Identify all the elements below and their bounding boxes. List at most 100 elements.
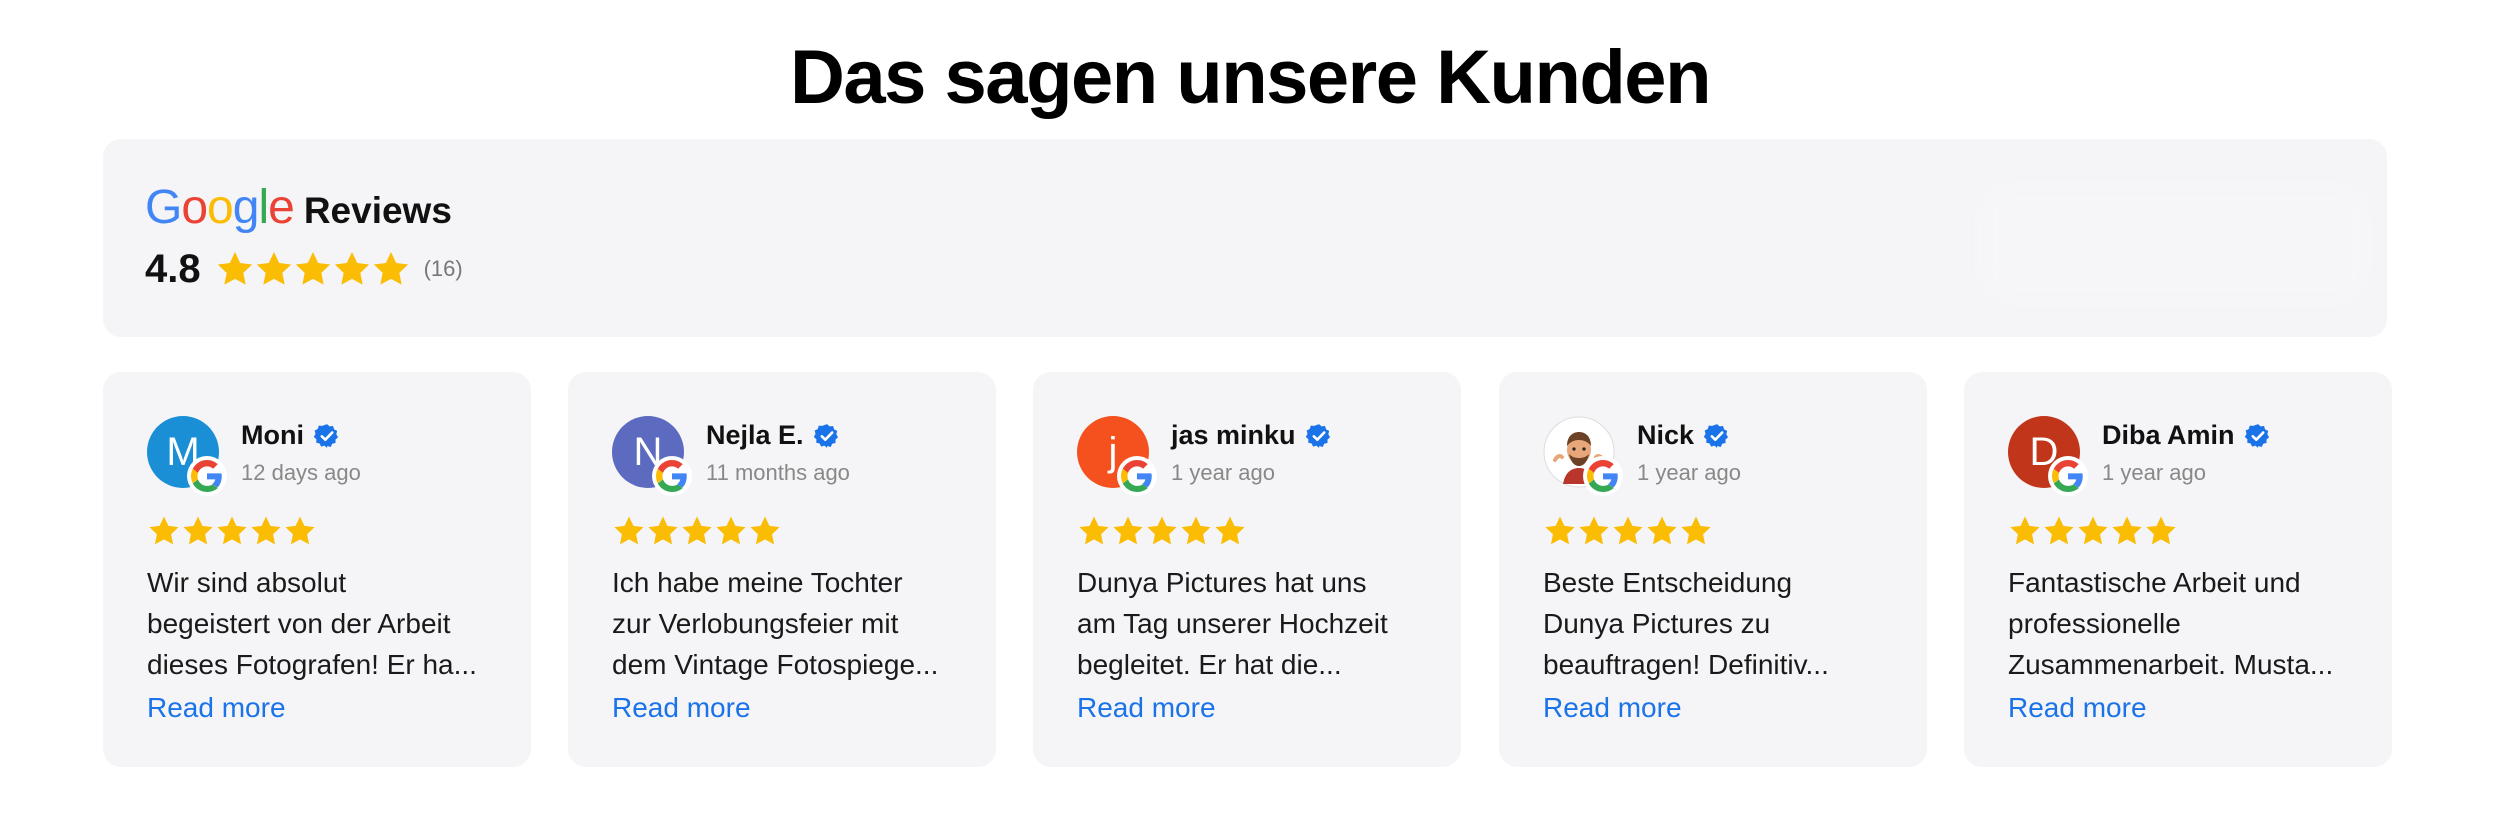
review-text: Beste Entscheidung Dunya Pictures zu beauf… — [1543, 562, 1893, 685]
reviewer-name-row: Nick — [1637, 420, 1730, 451]
google-badge — [2048, 456, 2088, 496]
star-icon — [750, 516, 780, 545]
star-icon — [1613, 516, 1643, 545]
star-icon — [648, 516, 678, 545]
verified-badge-icon — [813, 423, 838, 448]
review-text-line: Dunya Pictures zu — [1543, 608, 1771, 639]
reviewer-name-row: Moni — [241, 420, 340, 451]
verified-badge-icon — [1704, 423, 1729, 448]
reviewer-avatar: D — [2008, 416, 2088, 496]
star-icon — [1215, 516, 1245, 545]
google-badge — [1117, 456, 1157, 496]
review-card: M Moni 12 days ago Wir sind absolut begeiste… — [103, 372, 531, 767]
review-card: D Diba Amin 1 year ago Fantastische Arbeit … — [1964, 372, 2392, 767]
review-card: Nick 1 year ago Beste Entscheidung Dunya Pi… — [1499, 372, 1927, 767]
review-text: Ich habe meine Tochter zur Verlobungsfeie… — [612, 562, 962, 685]
review-card: N Nejla E. 11 months ago Ich habe meine Toc… — [568, 372, 996, 767]
verified-badge-icon — [313, 423, 339, 448]
reviewer-name-row: Diba Amin — [2102, 420, 2271, 451]
star-icon — [2078, 516, 2108, 545]
reviewer-name: Diba Amin — [2102, 420, 2235, 450]
verified-badge-icon — [2244, 423, 2269, 448]
star-icon — [1545, 516, 1575, 545]
review-text-line: dem Vintage Fotospiege... — [612, 649, 939, 680]
read-more-link[interactable]: Read more — [612, 687, 751, 728]
review-date: 1 year ago — [1637, 460, 1741, 485]
read-more-link[interactable]: Read more — [1077, 687, 1216, 728]
review-text-line: zur Verlobungsfeier mit — [612, 608, 899, 639]
review-stars — [2008, 514, 2178, 548]
page-title: Das sagen unsere Kunden — [790, 35, 1712, 120]
star-icon — [183, 516, 213, 545]
review-text-line: Fantastische Arbeit und — [2008, 567, 2301, 598]
google-logo: Google — [145, 181, 295, 234]
reviewer-avatar — [1543, 416, 1623, 496]
star-icon — [285, 516, 315, 545]
star-icon — [2010, 516, 2040, 545]
review-text-line: begleitet. Er hat die... — [1077, 649, 1342, 680]
review-text-line: Wir sind absolut — [147, 567, 347, 598]
star-icon — [295, 252, 330, 285]
reviewer-name: Moni — [241, 420, 304, 450]
read-more-link[interactable]: Read more — [2008, 687, 2147, 728]
reviewer-name-row: Nejla E. — [706, 420, 840, 451]
google-badge — [652, 456, 692, 496]
star-icon — [1147, 516, 1177, 545]
star-icon — [149, 516, 179, 545]
review-text-line: Beste Entscheidung — [1543, 567, 1793, 598]
review-date: 11 months ago — [706, 460, 850, 485]
reviewer-name: Nejla E. — [706, 420, 804, 450]
star-icon — [373, 252, 408, 285]
reviewer-avatar: M — [147, 416, 227, 496]
google-badge — [187, 456, 227, 496]
google-g-icon — [2052, 460, 2083, 492]
google-g-icon — [1121, 460, 1152, 492]
google-g-icon — [191, 460, 222, 492]
star-icon — [716, 516, 746, 545]
review-text-line: dieses Fotografen! Er ha... — [147, 649, 477, 680]
review-text-line: Dunya Pictures hat uns — [1077, 567, 1367, 598]
star-icon — [1079, 516, 1109, 545]
review-text-line: begeistert von der Arbeit — [147, 608, 451, 639]
star-icon — [682, 516, 712, 545]
reviewer-avatar: N — [612, 416, 692, 496]
google-reviews-logo: Google Reviews — [145, 183, 452, 233]
reviewer-name: Nick — [1637, 420, 1695, 450]
reviewer-name-row: jas minku — [1171, 420, 1332, 451]
rating-stars — [215, 249, 410, 289]
review-stars — [612, 514, 782, 548]
star-icon — [251, 516, 281, 545]
verified-badge-icon — [1305, 423, 1330, 448]
review-date: 12 days ago — [241, 460, 361, 485]
review-text: Fantastische Arbeit und professionelle Zus… — [2008, 562, 2358, 685]
review-stars — [147, 514, 317, 548]
star-icon — [1113, 516, 1143, 545]
read-more-link[interactable]: Read more — [1543, 687, 1682, 728]
review-count: (16) — [423, 256, 463, 281]
google-g-icon — [656, 460, 687, 492]
review-date: 1 year ago — [2102, 460, 2206, 485]
star-icon — [334, 252, 369, 285]
star-icon — [2044, 516, 2074, 545]
star-icon — [1681, 516, 1711, 545]
reviewer-name: jas minku — [1171, 420, 1296, 450]
review-text: Wir sind absolut begeistert von der Arbei… — [147, 562, 497, 685]
google-badge — [1583, 456, 1623, 496]
review-text-line: Zusammenarbeit. Musta... — [2008, 649, 2334, 680]
star-icon — [1181, 516, 1211, 545]
review-text-line: am Tag unserer Hochzeit — [1077, 608, 1388, 639]
star-icon — [2112, 516, 2142, 545]
review-text-line: Ich habe meine Tochter — [612, 567, 903, 598]
review-card: j jas minku 1 year ago Dunya Pictures hat u… — [1033, 372, 1461, 767]
review-text: Dunya Pictures hat uns am Tag unserer Hoc… — [1077, 562, 1427, 685]
star-icon — [614, 516, 644, 545]
read-more-link[interactable]: Read more — [147, 687, 286, 728]
average-rating: 4.8 — [145, 246, 201, 291]
review-text-line: beauftragen! Definitiv... — [1543, 649, 1829, 680]
review-stars — [1543, 514, 1713, 548]
star-icon — [256, 252, 291, 285]
review-stars — [1077, 514, 1247, 548]
star-icon — [1579, 516, 1609, 545]
reviews-label: Reviews — [303, 190, 452, 231]
star-icon — [217, 252, 252, 285]
